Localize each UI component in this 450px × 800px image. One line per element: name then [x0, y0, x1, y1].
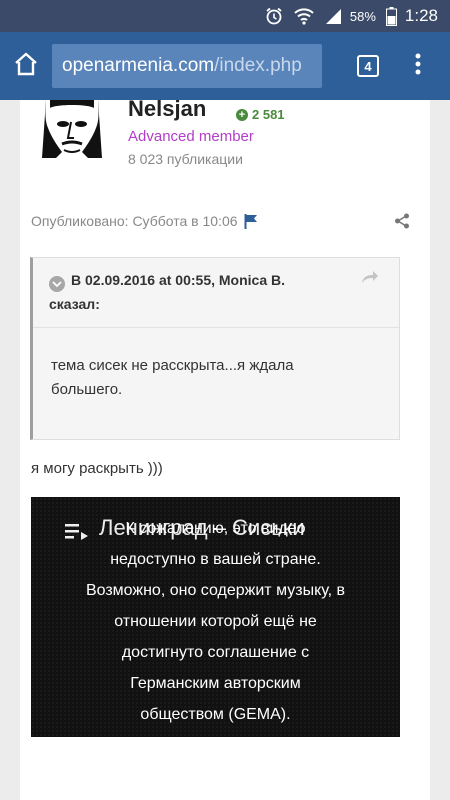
post-date: Опубликовано: Суббота в 10:06 [31, 213, 238, 229]
reputation-value: 2 581 [252, 107, 285, 122]
quote-said: сказал: [49, 296, 100, 312]
address-bar[interactable]: openarmenia.com/index.php [52, 44, 322, 88]
reply-text: я могу раскрыть ))) [31, 460, 163, 477]
quote-jump-icon[interactable] [361, 270, 379, 289]
url-path: /index.php [214, 55, 302, 76]
collapse-toggle-icon[interactable] [49, 276, 65, 292]
video-message-line: Возможно, оно содержит музыку, в [85, 582, 346, 599]
post-meta: Опубликовано: Суббота в 10:06 [31, 211, 411, 231]
browser-toolbar: openarmenia.com/index.php 4 [0, 32, 450, 100]
video-message-line: недоступно в вашей стране. [110, 551, 321, 568]
quote-body: тема сисек не расскрыта...я ждала больше… [33, 328, 399, 428]
avatar[interactable] [36, 100, 108, 158]
video-message-line: К сожалению, это видео [125, 520, 306, 537]
quote-text-line: большего. [51, 381, 123, 398]
video-message-line: отношении которой ещё не [114, 613, 317, 630]
quote-source: В 02.09.2016 at 00:55, Monica B. [71, 272, 285, 288]
video-unavailable-message: К сожалению, это видео недоступно в ваше… [31, 513, 400, 730]
video-message-line: обществом (GEMA). [140, 706, 291, 723]
post-author: Nelsjan + 2 581 Advanced member 8 023 пу… [32, 96, 422, 180]
quote-header: В 02.09.2016 at 00:55, Monica B. сказал: [33, 258, 399, 328]
reputation-badge: + 2 581 [236, 107, 285, 122]
home-button[interactable] [0, 32, 52, 100]
share-icon[interactable] [394, 213, 410, 234]
quote-text-line: тема сисек не расскрыта...я ждала [51, 357, 294, 374]
clock: 1:28 [404, 6, 438, 25]
battery-percent: 58% [349, 8, 376, 24]
video-message-line: Германским авторским [130, 675, 301, 692]
home-icon [13, 52, 39, 81]
battery-icon [385, 6, 397, 26]
author-name[interactable]: Nelsjan [128, 96, 206, 122]
url-host: openarmenia.com [62, 55, 215, 76]
quote-block: В 02.09.2016 at 00:55, Monica B. сказал:… [30, 257, 400, 440]
report-flag-icon[interactable] [244, 213, 258, 229]
more-vert-icon [415, 53, 421, 80]
tabs-button[interactable]: 4 [338, 32, 398, 100]
author-post-count: 8 023 публикации [128, 151, 243, 167]
author-group: Advanced member [128, 128, 254, 145]
alarm-icon [264, 6, 284, 26]
post-content: Nelsjan + 2 581 Advanced member 8 023 пу… [20, 96, 430, 800]
embedded-video[interactable]: Ленинград – Сиськи К сожалению, это виде… [31, 497, 400, 737]
wifi-icon [294, 7, 314, 25]
video-message-line: достигнуто соглашение с [121, 644, 310, 661]
plus-icon: + [236, 108, 248, 121]
signal-icon [324, 7, 342, 25]
overflow-menu-button[interactable] [398, 32, 438, 100]
status-bar: 58% 1:28 [0, 0, 450, 32]
tab-count: 4 [357, 55, 379, 77]
